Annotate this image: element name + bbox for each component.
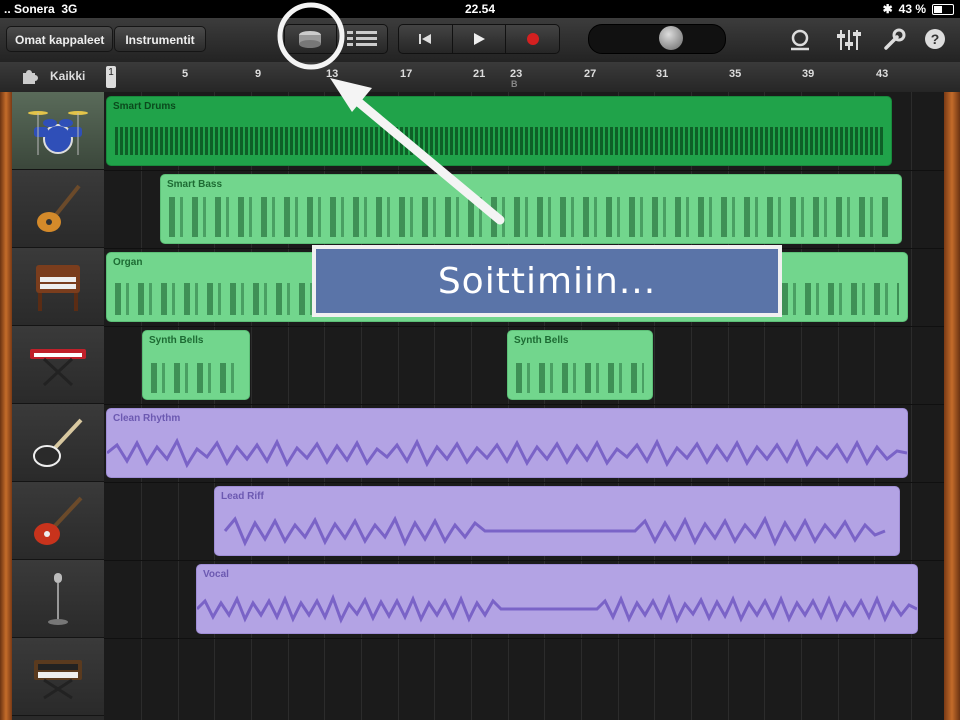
play-button[interactable]: [451, 25, 506, 53]
ruler-tick: 43: [876, 68, 889, 80]
help-icon: ?: [925, 29, 945, 49]
timeline-ruler[interactable]: Kaikki 1 5 9 13 17 21 23 B 27 31 35 39 4…: [0, 62, 960, 93]
region-label: Synth Bells: [514, 335, 569, 346]
help-button[interactable]: ?: [924, 28, 946, 55]
region-label: Vocal: [203, 569, 229, 580]
instruments-button[interactable]: Instrumentit: [114, 26, 206, 52]
status-right: ✱ 43 %: [883, 2, 954, 16]
tracks-view-button[interactable]: [335, 25, 388, 53]
region-label: Clean Rhythm: [113, 413, 181, 424]
keyboard-icon: [30, 348, 86, 386]
battery-percent: 43 %: [898, 2, 926, 16]
track-header-lead-riff[interactable]: [12, 482, 104, 560]
region-synth-bells-1[interactable]: Synth Bells: [142, 330, 250, 400]
bells-notes: [516, 363, 644, 393]
lane-divider: [104, 638, 944, 639]
synth-icon: [34, 659, 82, 699]
track-header-synth[interactable]: [12, 638, 104, 716]
track-header-clean-rhythm[interactable]: [12, 404, 104, 482]
loop-button[interactable]: [788, 28, 812, 57]
all-tracks-control[interactable]: Kaikki: [0, 62, 104, 92]
region-label: Smart Bass: [167, 179, 223, 190]
audio-waveform: [107, 437, 907, 469]
annotation-label: Soittimiin...: [312, 245, 782, 317]
view-toggle: [284, 24, 388, 54]
rewind-icon: [419, 34, 432, 44]
region-synth-bells-2[interactable]: Synth Bells: [507, 330, 653, 400]
region-lead-riff[interactable]: Lead Riff: [214, 486, 900, 556]
bass-notes: [169, 197, 893, 237]
rewind-button[interactable]: [399, 25, 452, 53]
mixer-button[interactable]: [836, 28, 862, 57]
lane-divider: [104, 404, 944, 405]
lane-divider: [104, 482, 944, 483]
wrench-icon: [884, 28, 906, 50]
ruler-tick: 21: [473, 68, 486, 80]
region-smart-bass[interactable]: Smart Bass: [160, 174, 902, 244]
settings-button[interactable]: [882, 28, 906, 57]
battery-icon: [932, 3, 954, 15]
microphone-icon: [48, 572, 68, 625]
organ-icon: [36, 264, 80, 311]
ruler-tick: 27: [584, 68, 597, 80]
track-header-vocal[interactable]: [12, 560, 104, 638]
toolbar: Omat kappaleet Instrumentit ?: [0, 18, 960, 63]
puzzle-piece-icon: [23, 70, 38, 84]
lane-divider: [104, 560, 944, 561]
lane-divider: [104, 326, 944, 327]
audio-waveform: [223, 515, 886, 547]
volume-knob[interactable]: [659, 26, 683, 50]
ruler-tick: 9: [255, 68, 262, 80]
play-icon: [474, 33, 485, 45]
ruler-tick: 13: [326, 68, 339, 80]
wood-side-panel-right: [944, 92, 960, 720]
region-label: Lead Riff: [221, 491, 264, 502]
ruler-tick: 5: [182, 68, 189, 80]
grid-line: [141, 92, 142, 720]
arrangement-area[interactable]: Smart Drums Smart Bass Organ Synth Bells…: [104, 92, 944, 720]
bluetooth-icon: ✱: [882, 2, 893, 16]
track-header-smart-bass[interactable]: [12, 170, 104, 248]
track-header-synth-bells[interactable]: [12, 326, 104, 404]
wood-side-panel-left: [0, 92, 12, 720]
region-label: Smart Drums: [113, 101, 176, 112]
track-header-organ[interactable]: [12, 248, 104, 326]
audio-waveform: [197, 593, 917, 624]
transport-controls: [398, 24, 560, 54]
loop-icon: [791, 29, 809, 51]
tracks-list-icon: [346, 31, 377, 46]
ruler-tick: 31: [656, 68, 669, 80]
instrument-view-button[interactable]: [285, 25, 336, 53]
record-button[interactable]: [505, 25, 559, 53]
lead-guitar-icon: [34, 496, 83, 545]
master-volume-slider[interactable]: [588, 24, 726, 54]
drum-icon: [299, 31, 322, 48]
all-tracks-label: Kaikki: [50, 69, 86, 83]
playhead[interactable]: 1: [106, 66, 116, 88]
svg-text:?: ?: [931, 31, 940, 47]
track-header-smart-drums[interactable]: [12, 92, 104, 170]
section-marker: B: [511, 79, 518, 89]
bells-notes: [151, 363, 241, 393]
track-headers: [12, 92, 104, 720]
region-clean-rhythm[interactable]: Clean Rhythm: [106, 408, 908, 478]
lane-divider: [104, 170, 944, 171]
drum-kit-icon: [28, 110, 88, 155]
region-vocal[interactable]: Vocal: [196, 564, 918, 634]
drum-pattern: [115, 127, 883, 155]
region-smart-drums[interactable]: Smart Drums: [106, 96, 892, 166]
record-icon: [526, 33, 539, 45]
region-label: Organ: [113, 257, 143, 268]
my-songs-button[interactable]: Omat kappaleet: [6, 26, 114, 52]
ruler-tick: 39: [802, 68, 815, 80]
electric-guitar-icon: [33, 418, 83, 467]
ruler-tick: 17: [400, 68, 413, 80]
mixer-icon: [837, 30, 861, 50]
ruler-tick: 35: [729, 68, 742, 80]
status-bar: .. Sonera 3G 22.54 ✱ 43 %: [0, 0, 960, 18]
bass-guitar-icon: [37, 184, 81, 232]
clock: 22.54: [464, 2, 496, 16]
region-label: Synth Bells: [149, 335, 204, 346]
